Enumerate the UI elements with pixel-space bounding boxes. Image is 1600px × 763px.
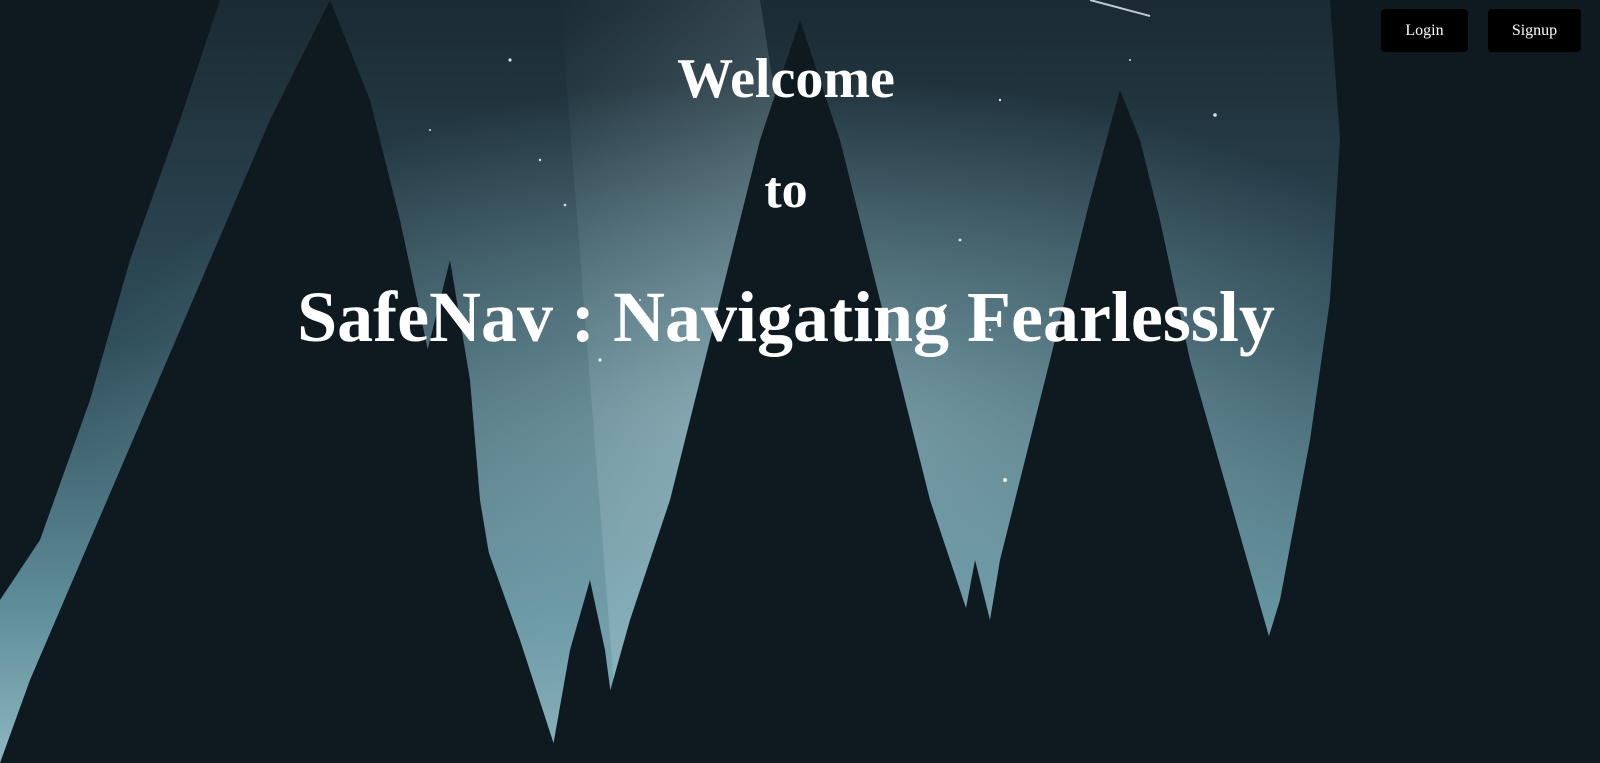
hero-welcome-heading: Welcome [677,48,895,110]
hero-section: Welcome to SafeNav : Navigating Fearless… [0,0,1600,763]
hero-to-heading: to [764,162,808,219]
hero-brand-heading: SafeNav : Navigating Fearlessly [297,277,1275,357]
